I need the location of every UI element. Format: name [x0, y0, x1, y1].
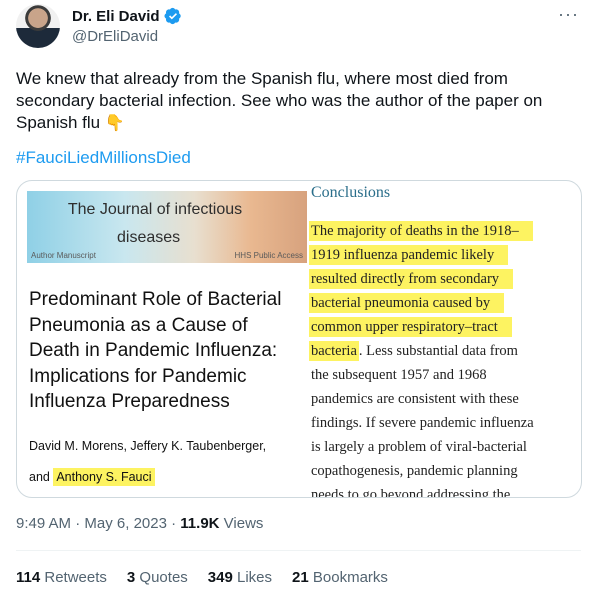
quotes-stat[interactable]: 3 Quotes [127, 569, 188, 586]
tweet-time[interactable]: 9:49 AM [16, 515, 71, 532]
tweet-text: We knew that already from the Spanish fl… [16, 68, 576, 135]
retweets-count: 114 [16, 569, 41, 586]
conclusion-line: resulted directly from secondary [309, 269, 514, 289]
tweet-date[interactable]: May 6, 2023 [84, 515, 167, 532]
paper-title: Predominant Role of Bacterial Pneumonia … [29, 289, 282, 412]
quotes-count: 3 [126, 569, 136, 586]
quotes-label: Quotes [139, 569, 188, 586]
hashtag-link[interactable]: #FauciLiedMillionsDied [16, 148, 191, 168]
conclusion-line: pandemics are consistent with these [311, 391, 519, 407]
avatar[interactable] [16, 4, 60, 48]
conclusion-line: 1919 influenza pandemic likely [309, 245, 509, 265]
bookmarks-count: 21 [292, 569, 309, 586]
journal-banner: The Journal of infectious diseases Autho… [27, 191, 307, 263]
verified-badge-icon [164, 7, 181, 25]
journal-title: The Journal of infectious [67, 201, 243, 218]
author-manuscript-label: Author Manuscript [31, 251, 96, 260]
highlighted-author: Anthony S. Fauci [53, 468, 155, 486]
views-count: 11.9K [180, 515, 220, 532]
conclusion-line: findings. If severe pandemic influenza [311, 415, 534, 431]
public-access-label: HHS Public Access [234, 251, 303, 260]
authors-line: David M. Morens, Jeffery K. Taubenberger… [29, 439, 267, 453]
author-handle[interactable]: @DrEliDavid [72, 28, 158, 45]
conclusion-line: is largely a problem of viral-bacterial [311, 439, 527, 455]
bookmarks-stat[interactable]: 21 Bookmarks [292, 569, 388, 586]
bookmarks-label: Bookmarks [312, 569, 388, 586]
separator: · [171, 515, 177, 532]
attached-image[interactable]: The Journal of infectious diseases Autho… [16, 180, 582, 498]
tweet-body: We knew that already from the Spanish fl… [16, 69, 543, 132]
authors-last-line: and Anthony S. Fauci [29, 462, 266, 493]
author-name-row: Dr. Eli David [72, 7, 182, 25]
pointing-down-emoji: 👇 [104, 115, 125, 132]
views-label: Views [223, 515, 264, 532]
retweets-stat[interactable]: 114 Retweets [16, 569, 107, 586]
tweet-timestamp: 9:49 AM · May 6, 2023 · 11.9K Views [16, 515, 263, 532]
conclusions-heading: Conclusions [311, 184, 391, 201]
engagement-stats: 114 Retweets 3 Quotes 349 Likes 21 Bookm… [16, 569, 388, 586]
retweets-label: Retweets [44, 569, 107, 586]
separator: · [75, 515, 81, 532]
authors-and: and [29, 470, 50, 484]
divider [16, 550, 581, 551]
likes-count: 349 [207, 569, 233, 586]
conclusion-line: common upper respiratory–tract [309, 317, 512, 337]
journal-subtitle: diseases [117, 229, 181, 246]
conclusion-line: the subsequent 1957 and 1968 [311, 367, 487, 383]
conclusion-line: bacteria [309, 341, 359, 361]
conclusion-line: needs to go beyond addressing the [311, 487, 511, 498]
likes-stat[interactable]: 349 Likes [208, 569, 272, 586]
conclusion-line: copathogenesis, pandemic planning [311, 463, 518, 479]
conclusions-text: The majority of deaths in the 1918– 1919… [309, 219, 573, 498]
conclusion-line: . Less substantial data from [358, 343, 518, 359]
author-name[interactable]: Dr. Eli David [72, 8, 160, 25]
likes-label: Likes [237, 569, 273, 586]
conclusion-line: bacterial pneumonia caused by [309, 293, 505, 313]
conclusion-line: The majority of deaths in the 1918– [309, 221, 533, 241]
paper-authors: David M. Morens, Jeffery K. Taubenberger… [29, 431, 266, 493]
more-options-icon[interactable]: ··· [558, 4, 579, 25]
